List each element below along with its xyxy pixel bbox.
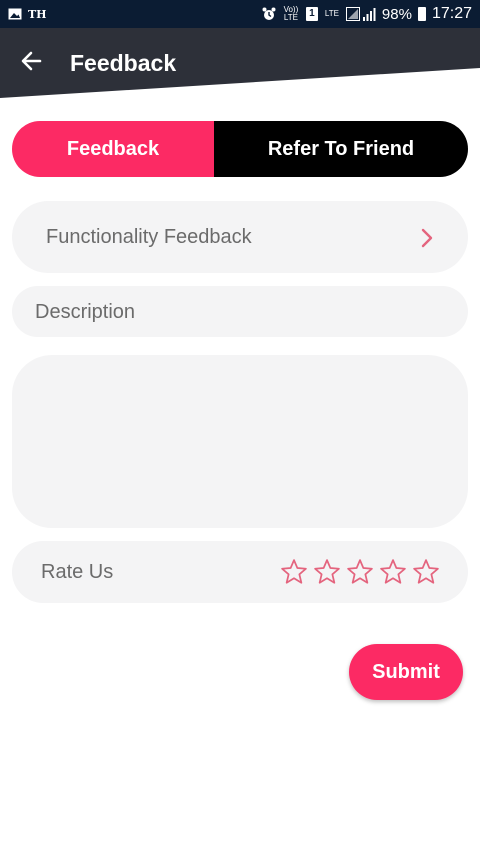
status-bar: TH Vo)) LTE 1 LTE 98% 17:27 — [0, 0, 480, 28]
description-textarea[interactable] — [12, 355, 468, 528]
carrier-label: TH — [28, 7, 47, 21]
star-icon-1[interactable] — [280, 558, 308, 586]
star-icon-5[interactable] — [412, 558, 440, 586]
feedback-type-select[interactable]: Functionality Feedback — [12, 201, 468, 273]
app-header: Feedback — [0, 28, 480, 100]
status-left: TH — [8, 8, 47, 21]
rating-field: Rate Us — [12, 541, 468, 603]
sim-slot-icon: 1 — [305, 7, 318, 21]
clock: 17:27 — [431, 5, 472, 22]
feedback-type-value: Functionality Feedback — [46, 226, 252, 248]
volte-indicator: Vo)) LTE — [283, 5, 299, 22]
chevron-right-icon — [421, 228, 433, 248]
tab-bar: Feedback Refer To Friend — [12, 121, 468, 177]
page-title: Feedback — [70, 50, 177, 76]
star-icon-3[interactable] — [346, 558, 374, 586]
description-label: Description — [35, 301, 136, 323]
signal-icon — [345, 7, 376, 21]
rating-label: Rate Us — [41, 561, 114, 583]
arrow-left-icon — [21, 51, 42, 71]
star-icon-2[interactable] — [313, 558, 341, 586]
tab-feedback[interactable]: Feedback — [12, 121, 214, 177]
tab-refer-to-friend[interactable]: Refer To Friend — [214, 121, 468, 177]
star-rating — [280, 558, 440, 586]
alarm-icon — [262, 7, 276, 20]
back-button[interactable] — [18, 48, 48, 74]
status-right: Vo)) LTE 1 LTE 98% 17:27 — [262, 5, 472, 23]
network-type: LTE — [324, 9, 339, 18]
battery-icon — [417, 7, 426, 21]
star-icon-4[interactable] — [379, 558, 407, 586]
battery-percent: 98% — [381, 5, 412, 23]
description-label-field: Description — [12, 286, 468, 337]
submit-button[interactable]: Submit — [349, 644, 463, 700]
gallery-notification-icon — [8, 8, 22, 20]
